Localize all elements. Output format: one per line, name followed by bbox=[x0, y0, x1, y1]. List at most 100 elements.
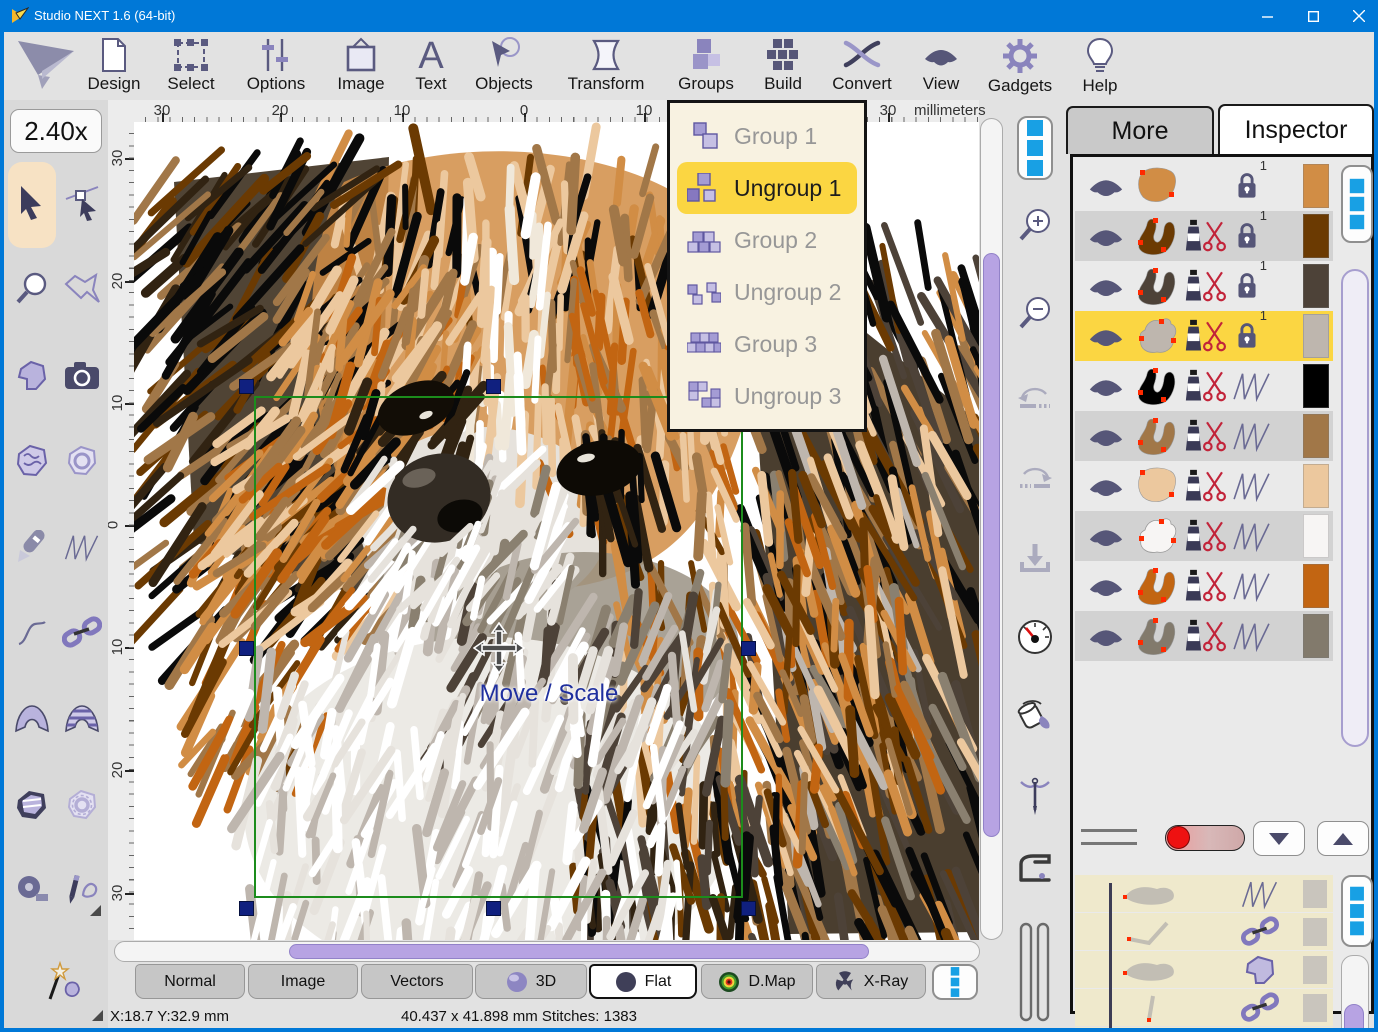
measure-tool[interactable] bbox=[10, 868, 54, 912]
sewing-machine-icon[interactable] bbox=[1015, 852, 1055, 893]
layer-row[interactable] bbox=[1075, 511, 1333, 561]
arch-fill-tool[interactable] bbox=[10, 697, 54, 741]
camera-tool[interactable] bbox=[60, 354, 104, 398]
visibility-eye-icon[interactable] bbox=[1087, 273, 1125, 300]
maximize-button[interactable] bbox=[1290, 0, 1336, 32]
move-down-button[interactable] bbox=[1253, 821, 1305, 856]
stitch-type-icon[interactable] bbox=[1231, 470, 1273, 502]
layer-row[interactable] bbox=[1075, 611, 1333, 661]
toolbar-item-options[interactable]: Options bbox=[234, 34, 318, 98]
zoom-level-indicator[interactable]: 2.40x bbox=[10, 109, 102, 153]
lock-icon[interactable]: 1 bbox=[1229, 222, 1265, 251]
canvas-horizontal-scrollbar-thumb[interactable] bbox=[289, 944, 869, 959]
scissors-icon[interactable] bbox=[1202, 320, 1227, 353]
paint-bottle-icon[interactable] bbox=[1185, 469, 1202, 503]
visibility-eye-icon[interactable] bbox=[1087, 523, 1125, 550]
visibility-eye-icon[interactable] bbox=[1087, 623, 1125, 650]
toolbar-item-groups[interactable]: Groups bbox=[664, 34, 748, 98]
layer-row[interactable] bbox=[1075, 411, 1333, 461]
magic-wand-tool[interactable] bbox=[42, 960, 86, 1004]
sequence-thumbnail[interactable] bbox=[1115, 993, 1185, 1023]
scissors-icon[interactable] bbox=[1202, 470, 1227, 503]
thread-slider-knob[interactable] bbox=[1167, 826, 1190, 849]
list-options-handle[interactable] bbox=[1081, 829, 1137, 845]
thread-color-swatch[interactable] bbox=[1303, 464, 1329, 508]
thread-color-swatch[interactable] bbox=[1303, 564, 1329, 608]
lock-icon[interactable]: 1 bbox=[1229, 172, 1265, 201]
scissors-icon[interactable] bbox=[1202, 370, 1227, 403]
view-tab-dmap[interactable]: D.Map bbox=[701, 964, 813, 999]
layer-thumbnail[interactable] bbox=[1131, 464, 1183, 508]
layer-thumbnail[interactable] bbox=[1131, 514, 1183, 558]
layer-thumbnail[interactable] bbox=[1131, 164, 1183, 208]
toolbar-item-design[interactable]: Design bbox=[72, 34, 156, 98]
stitch-icon[interactable] bbox=[1240, 878, 1280, 910]
node-edit-tool[interactable] bbox=[60, 181, 104, 225]
connect-tool[interactable] bbox=[60, 611, 104, 655]
thread-color-swatch[interactable] bbox=[1303, 514, 1329, 558]
view-tab-normal[interactable]: Normal bbox=[135, 964, 245, 999]
scissors-icon[interactable] bbox=[1202, 620, 1227, 653]
layer-thumbnail[interactable] bbox=[1131, 364, 1183, 408]
visibility-eye-icon[interactable] bbox=[1087, 423, 1125, 450]
visibility-eye-icon[interactable] bbox=[1087, 173, 1125, 200]
paint-bottle-icon[interactable] bbox=[1185, 619, 1202, 653]
thread-color-swatch[interactable] bbox=[1303, 264, 1329, 308]
view-tab-image[interactable]: Image bbox=[248, 964, 358, 999]
thread-slider[interactable] bbox=[1165, 825, 1245, 851]
thread-color-swatch[interactable] bbox=[1303, 164, 1329, 208]
paint-bottle-icon[interactable] bbox=[1185, 519, 1202, 553]
canvas-vertical-scrollbar-thumb[interactable] bbox=[983, 253, 1000, 837]
view-tab-vectors[interactable]: Vectors bbox=[361, 964, 473, 999]
collapse-corner-icon[interactable] bbox=[90, 905, 101, 916]
layer-thumbnail[interactable] bbox=[1131, 614, 1183, 658]
zoom-out-icon[interactable] bbox=[1017, 296, 1053, 337]
scissors-icon[interactable] bbox=[1202, 220, 1227, 253]
speed-gauge-icon[interactable] bbox=[1016, 618, 1054, 661]
canvas-horizontal-scrollbar[interactable] bbox=[114, 941, 980, 962]
sequence-list-toggle-button[interactable] bbox=[1341, 875, 1373, 947]
visibility-eye-icon[interactable] bbox=[1087, 223, 1125, 250]
toolbar-item-transform[interactable]: Transform bbox=[564, 34, 648, 98]
layer-row[interactable]: 1 bbox=[1075, 261, 1333, 311]
layer-row[interactable]: 1 bbox=[1075, 161, 1333, 211]
stitch-type-icon[interactable] bbox=[1231, 370, 1273, 402]
sequence-row[interactable] bbox=[1075, 875, 1333, 912]
view-tab-3d[interactable]: 3D bbox=[475, 964, 587, 999]
visibility-eye-icon[interactable] bbox=[1087, 473, 1125, 500]
stitch-type-icon[interactable] bbox=[1231, 570, 1273, 602]
applique-tool[interactable] bbox=[10, 783, 54, 827]
layer-row[interactable] bbox=[1075, 461, 1333, 511]
more-view-tabs-button[interactable] bbox=[932, 964, 978, 1000]
paint-bottle-icon[interactable] bbox=[1185, 419, 1202, 453]
arch-pattern-tool[interactable] bbox=[60, 697, 104, 741]
canvas-vertical-scrollbar[interactable] bbox=[980, 118, 1003, 940]
redo-icon[interactable] bbox=[1016, 462, 1054, 497]
layer-list-toggle-button[interactable] bbox=[1341, 165, 1373, 243]
layer-thumbnail[interactable] bbox=[1131, 214, 1183, 258]
layer-row[interactable]: 1 bbox=[1075, 311, 1333, 361]
thread-color-swatch[interactable] bbox=[1303, 314, 1329, 358]
sequence-scrollbar[interactable] bbox=[1341, 955, 1369, 1032]
layer-row[interactable] bbox=[1075, 561, 1333, 611]
lock-icon[interactable]: 1 bbox=[1229, 272, 1265, 301]
scissors-icon[interactable] bbox=[1202, 570, 1227, 603]
stitch-type-icon[interactable] bbox=[1231, 520, 1273, 552]
move-up-button[interactable] bbox=[1317, 821, 1369, 856]
toolbar-item-view[interactable]: View bbox=[899, 34, 983, 98]
shape-icon[interactable] bbox=[1240, 954, 1280, 986]
paint-bottle-icon[interactable] bbox=[1185, 369, 1202, 403]
link-icon[interactable] bbox=[1240, 992, 1280, 1024]
texture-shape-tool[interactable] bbox=[10, 439, 54, 483]
visibility-eye-icon[interactable] bbox=[1087, 323, 1125, 350]
menu-item-ungroup-2[interactable]: Ungroup 2 bbox=[670, 266, 864, 318]
zoom-in-icon[interactable] bbox=[1017, 208, 1053, 249]
tab-more[interactable]: More bbox=[1066, 106, 1214, 154]
thread-color-swatch[interactable] bbox=[1303, 614, 1329, 658]
visibility-eye-icon[interactable] bbox=[1087, 373, 1125, 400]
link-icon[interactable] bbox=[1240, 916, 1280, 948]
menu-item-group-1[interactable]: Group 1 bbox=[670, 110, 864, 162]
selection-handle-top-left[interactable] bbox=[239, 379, 254, 394]
freehand-select-tool[interactable] bbox=[60, 267, 104, 311]
sequence-row[interactable] bbox=[1075, 951, 1333, 988]
